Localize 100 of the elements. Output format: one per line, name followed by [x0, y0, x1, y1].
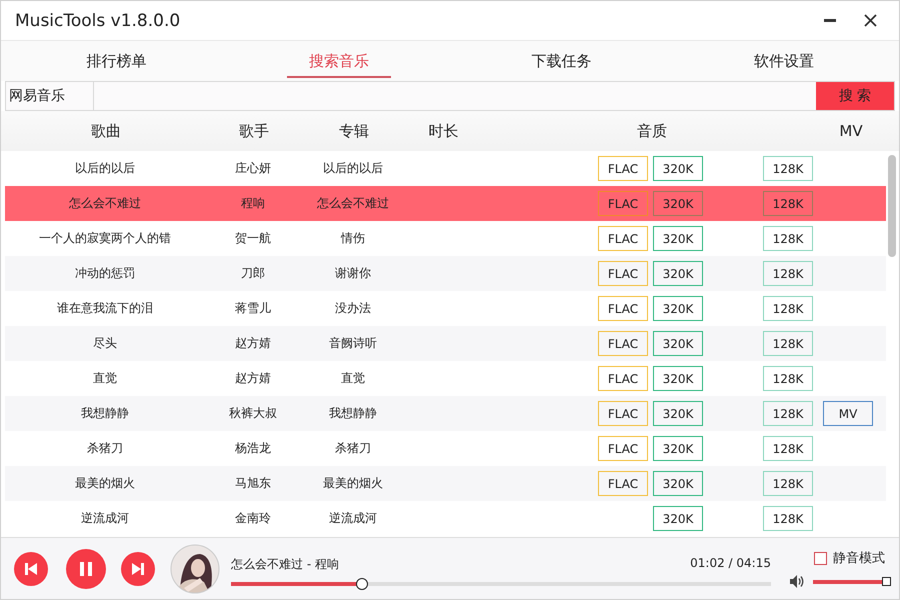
previous-icon [25, 562, 37, 574]
quality-button[interactable]: 128K [763, 471, 813, 496]
quality-button[interactable]: FLAC [598, 226, 648, 251]
album-cell-text: 怎么会不难过 [316, 195, 390, 212]
tab[interactable]: 软件设置 [672, 41, 895, 81]
tab[interactable]: 排行榜单 [5, 41, 228, 81]
quality-button[interactable]: 128K [763, 401, 813, 426]
quality-button[interactable]: 320K [653, 261, 703, 286]
column-header: 音质 [636, 122, 668, 140]
quality-button[interactable]: 320K [653, 191, 703, 216]
table-row[interactable]: 怎么会不难过 程响 怎么会不难过 FLAC 320K 128K [5, 186, 886, 221]
song-cell-text: 谁在意我流下的泪 [56, 300, 154, 317]
song-cell-text: 直觉 [92, 370, 118, 387]
quality-button[interactable]: FLAC [598, 401, 648, 426]
quality-button[interactable]: 320K [653, 401, 703, 426]
next-icon [132, 562, 144, 574]
singer-cell-text: 贺一航 [234, 230, 272, 247]
playback-time: 01:02 / 04:15 [690, 556, 771, 572]
table-row[interactable]: 最美的烟火 马旭东 最美的烟火 FLAC 320K 128K [5, 466, 886, 501]
quality-button[interactable]: 128K [763, 261, 813, 286]
album-cell-text: 音阙诗听 [328, 335, 378, 352]
column-header: 歌手 [238, 122, 270, 140]
quality-button[interactable]: 128K [763, 331, 813, 356]
mv-button[interactable]: MV [823, 401, 873, 426]
singer-cell-text: 刀郎 [240, 265, 266, 282]
quality-button[interactable]: 320K [653, 331, 703, 356]
table-row[interactable]: 我想静静 秋裤大叔 我想静静 FLAC 320K 128K MV [5, 396, 886, 431]
quality-button[interactable]: 320K [653, 471, 703, 496]
previous-button[interactable] [14, 552, 48, 586]
minimize-icon [824, 18, 836, 22]
table-row[interactable]: 尽头 赵方婧 音阙诗听 FLAC 320K 128K [5, 326, 886, 361]
close-icon [864, 14, 876, 27]
quality-button[interactable]: 128K [763, 366, 813, 391]
singer-cell-text: 赵方婧 [234, 370, 272, 387]
pause-button[interactable] [66, 548, 106, 588]
column-header: 专辑 [338, 122, 370, 140]
quality-button[interactable]: 320K [653, 226, 703, 251]
tab[interactable]: 下载任务 [450, 41, 672, 81]
singer-cell-text: 秋裤大叔 [228, 405, 278, 422]
album-cell-text: 以后的以后 [322, 160, 384, 177]
next-button[interactable] [121, 552, 155, 586]
tab[interactable]: 搜索音乐 [228, 41, 450, 81]
song-cell-text: 我想静静 [80, 405, 130, 422]
column-header: 歌曲 [90, 122, 122, 140]
album-cell-text: 逆流成河 [328, 510, 378, 527]
quality-button[interactable]: 128K [763, 436, 813, 461]
search-button[interactable]: 搜 索 [816, 82, 894, 110]
column-header: 时长 [428, 122, 460, 140]
mute-label: 静音模式 [833, 550, 885, 567]
quality-button[interactable]: FLAC [598, 436, 648, 461]
quality-button[interactable]: 320K [653, 156, 703, 181]
pause-icon [80, 562, 92, 576]
album-cell-text: 最美的烟火 [322, 475, 384, 492]
singer-cell-text: 马旭东 [234, 475, 272, 492]
quality-button[interactable]: FLAC [598, 331, 648, 356]
quality-button[interactable]: 320K [653, 366, 703, 391]
song-cell-text: 一个人的寂寞两个人的错 [38, 230, 172, 247]
singer-cell-text: 程响 [240, 195, 266, 212]
checkbox-icon[interactable] [814, 552, 827, 564]
quality-button[interactable]: 128K [763, 506, 813, 531]
album-cell-text: 谢谢你 [334, 265, 372, 282]
song-cell-text: 逆流成河 [80, 510, 130, 527]
progress-thumb[interactable] [356, 578, 368, 590]
quality-button[interactable]: 128K [763, 156, 813, 181]
singer-cell-text: 蒋雪儿 [234, 300, 272, 317]
singer-cell-text: 金南玲 [234, 510, 272, 527]
column-header: MV [838, 122, 864, 140]
song-cell-text: 怎么会不难过 [68, 195, 142, 212]
quality-button[interactable]: 320K [653, 436, 703, 461]
song-cell-text: 尽头 [92, 335, 118, 352]
quality-button[interactable]: 320K [653, 296, 703, 321]
album-cell-text: 没办法 [334, 300, 372, 317]
volume-icon[interactable] [790, 575, 804, 588]
quality-button[interactable]: FLAC [598, 156, 648, 181]
album-cell-text: 直觉 [340, 370, 366, 387]
quality-button[interactable]: 128K [763, 226, 813, 251]
quality-button[interactable]: 128K [763, 296, 813, 321]
album-cell-text: 情伤 [340, 230, 366, 247]
singer-cell-text: 庄心妍 [234, 160, 272, 177]
quality-button[interactable]: FLAC [598, 191, 648, 216]
album-cell-text: 杀猪刀 [334, 440, 372, 457]
quality-button[interactable]: FLAC [598, 261, 648, 286]
song-cell-text: 以后的以后 [74, 160, 136, 177]
scrollbar-thumb[interactable] [888, 155, 896, 257]
quality-button[interactable]: FLAC [598, 366, 648, 391]
volume-thumb[interactable] [882, 577, 891, 586]
song-cell-text: 冲动的惩罚 [74, 265, 136, 282]
song-cell-text: 杀猪刀 [86, 440, 124, 457]
quality-button[interactable]: 320K [653, 506, 703, 531]
window-title: MusicTools v1.8.0.0 [15, 10, 182, 30]
now-playing-title: 怎么会不难过 - 程响 [231, 556, 339, 572]
source-label[interactable]: 网易音乐 [6, 82, 94, 110]
singer-cell-text: 杨浩龙 [234, 440, 272, 457]
mute-checkbox[interactable]: 静音模式 [790, 549, 892, 567]
table-row[interactable]: 冲动的惩罚 刀郎 谢谢你 FLAC 320K 128K [5, 256, 886, 291]
song-cell-text: 最美的烟火 [74, 475, 136, 492]
quality-button[interactable]: FLAC [598, 471, 648, 496]
quality-button[interactable]: 128K [763, 191, 813, 216]
quality-button[interactable]: FLAC [598, 296, 648, 321]
album-cell-text: 我想静静 [328, 405, 378, 422]
